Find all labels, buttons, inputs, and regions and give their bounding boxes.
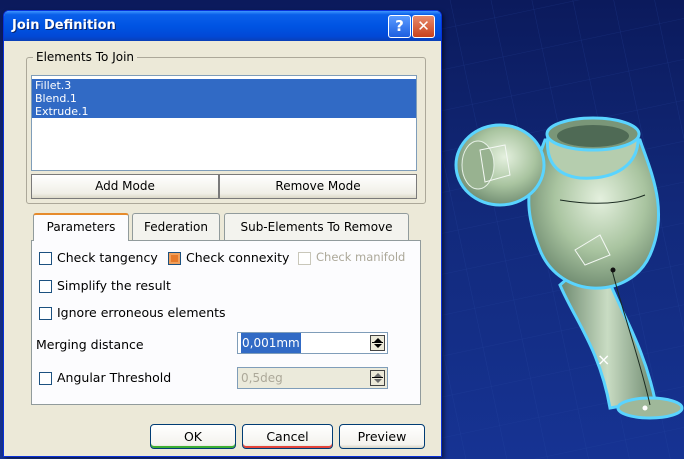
check-manifold-label: Check manifold xyxy=(316,250,406,264)
close-button[interactable]: ✕ xyxy=(412,15,435,38)
parameters-panel: Check tangency Check connexity Check man… xyxy=(31,240,421,405)
cancel-button[interactable]: Cancel xyxy=(242,424,333,449)
list-item[interactable]: Extrude.1 xyxy=(32,105,416,118)
close-icon: ✕ xyxy=(417,17,430,35)
help-icon: ? xyxy=(395,17,404,35)
tab-sub-elements-to-remove[interactable]: Sub-Elements To Remove xyxy=(224,213,409,240)
simplify-result-checkbox[interactable] xyxy=(39,280,52,293)
angular-threshold-checkbox[interactable] xyxy=(39,372,52,385)
help-button[interactable]: ? xyxy=(388,15,411,38)
merging-distance-value: 0,001mm xyxy=(241,333,301,353)
check-tangency-label: Check tangency xyxy=(57,250,158,265)
angular-threshold-input: 0,5deg xyxy=(237,367,388,389)
viewport-marker-text: × xyxy=(597,350,611,369)
add-mode-button[interactable]: Add Mode xyxy=(31,174,219,199)
merging-distance-input[interactable]: 0,001mm xyxy=(237,332,388,354)
dialog-title: Join Definition xyxy=(12,18,116,33)
elements-list[interactable]: Fillet.3 Blend.1 Extrude.1 xyxy=(31,75,417,171)
angular-threshold-value: 0,5deg xyxy=(241,371,283,385)
merging-distance-spinner[interactable] xyxy=(370,335,385,351)
check-connexity-label: Check connexity xyxy=(186,250,290,265)
spin-down-icon xyxy=(374,344,382,348)
ok-button[interactable]: OK xyxy=(150,424,236,449)
tab-federation[interactable]: Federation xyxy=(132,213,220,240)
list-item[interactable]: Fillet.3 xyxy=(32,79,416,92)
merging-distance-label: Merging distance xyxy=(36,337,144,352)
check-connexity-checkbox[interactable] xyxy=(168,252,181,265)
spin-down-icon xyxy=(374,379,382,383)
tab-parameters[interactable]: Parameters xyxy=(33,213,129,241)
remove-mode-button[interactable]: Remove Mode xyxy=(219,174,417,199)
list-item[interactable]: Blend.1 xyxy=(32,92,416,105)
angular-threshold-label: Angular Threshold xyxy=(57,370,172,385)
elements-group-label: Elements To Join xyxy=(33,50,138,64)
check-manifold-checkbox xyxy=(298,252,311,265)
ignore-erroneous-label: Ignore erroneous elements xyxy=(57,305,226,320)
ignore-erroneous-checkbox[interactable] xyxy=(39,307,52,320)
preview-button[interactable]: Preview xyxy=(339,424,425,449)
simplify-result-label: Simplify the result xyxy=(57,278,171,293)
angular-threshold-spinner xyxy=(370,370,385,386)
check-tangency-checkbox[interactable] xyxy=(39,252,52,265)
title-bar[interactable]: Join Definition ? ✕ xyxy=(4,11,441,41)
